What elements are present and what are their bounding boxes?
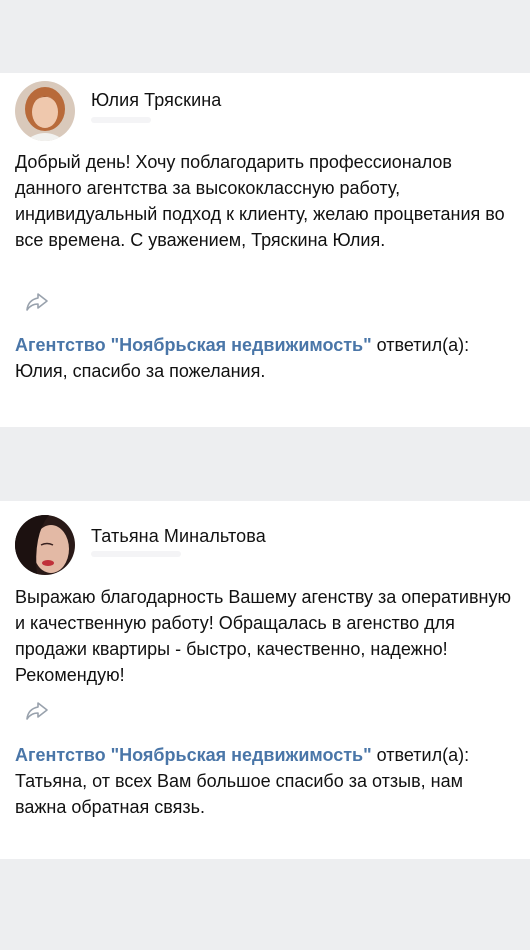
review-card: Юлия Тряскина Добрый день! Хочу поблагод… (0, 73, 530, 427)
review-date-placeholder (91, 117, 151, 123)
review-text: Выражаю благодарность Вашему агенству за… (15, 587, 511, 685)
reply-action: ответил(а): (371, 335, 470, 355)
author-name[interactable]: Юлия Тряскина (91, 90, 221, 111)
share-arrow-icon (26, 293, 48, 311)
review-date-placeholder (91, 551, 181, 557)
share-button[interactable] (24, 291, 50, 313)
avatar[interactable] (15, 81, 75, 141)
agency-reply: Агентство "Ноябрьская недвижимость" отве… (15, 332, 505, 384)
reply-author-link[interactable]: Агентство "Ноябрьская недвижимость" (15, 745, 372, 765)
reply-author-link[interactable]: Агентство "Ноябрьская недвижимость" (15, 335, 372, 355)
review-card: Татьяна Минальтова Выражаю благодарность… (0, 501, 530, 859)
share-button[interactable] (24, 700, 50, 722)
agency-reply: Агентство "Ноябрьская недвижимость" отве… (15, 742, 505, 820)
reply-text: Юлия, спасибо за пожелания. (15, 361, 266, 381)
reply-action: ответил(а): (371, 745, 470, 765)
review-text: Добрый день! Хочу поблагодарить професси… (15, 152, 505, 250)
reply-text: Татьяна, от всех Вам большое спасибо за … (15, 771, 463, 817)
avatar[interactable] (15, 515, 75, 575)
author-name[interactable]: Татьяна Минальтова (91, 526, 266, 547)
share-arrow-icon (26, 702, 48, 720)
